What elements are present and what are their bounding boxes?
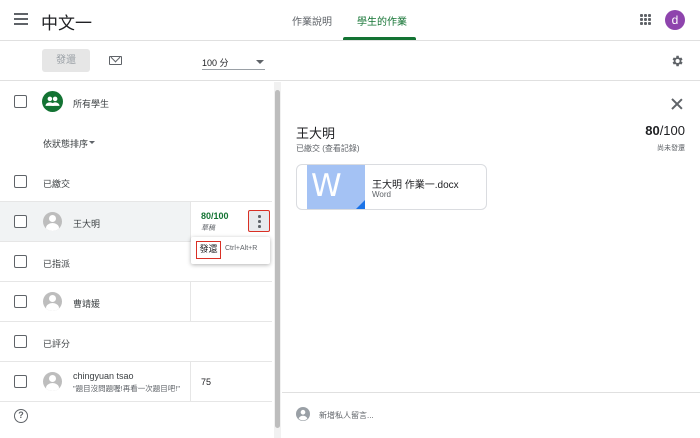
list-scrollbar[interactable] [274,82,281,438]
private-comment-input[interactable]: 新增私人留言... [319,410,374,421]
sort-caret-icon [89,141,95,144]
avatar [43,292,62,311]
all-students-icon [42,91,63,112]
grade-cell[interactable]: 75 [190,362,272,402]
help-icon[interactable]: ? [14,409,28,423]
submission-status-link[interactable]: 已繳交 (查看記錄) [296,143,360,154]
student-name: 曹靖媛 [73,299,101,309]
dropdown-caret-icon [256,60,264,64]
email-icon[interactable] [109,56,122,65]
word-file-thumbnail: W [307,165,365,209]
student-name: chingyuan tsao [73,371,134,381]
section-checkbox[interactable] [14,255,27,268]
action-toolbar: 發還 100 分 [0,41,700,81]
scrollbar-thumb[interactable] [275,90,280,428]
section-checkbox[interactable] [14,175,27,188]
student-name: 王大明 [73,219,101,229]
active-tab-indicator [343,37,416,40]
grade-draft-label: 草稿 [201,225,215,232]
file-type: Word [372,190,391,199]
table-row[interactable]: 曹靖媛 [0,282,272,322]
section-header-turned-in: 已繳交 [0,162,272,202]
word-icon: W [311,168,342,204]
student-checkbox[interactable] [14,375,27,388]
context-menu-return-item[interactable]: 發還 [196,241,221,259]
student-comment-preview: "題目沒問題喔!再看一次題目吧!" [73,384,180,393]
all-students-label: 所有學生 [73,99,110,109]
context-menu: 發還 Ctrl+Alt+R [191,237,270,264]
score-status-note: 尚未發還 [657,145,685,152]
section-label: 已指派 [43,259,71,269]
section-checkbox[interactable] [14,335,27,348]
student-checkbox[interactable] [14,295,27,308]
tab-student-work[interactable]: 學生的作業 [357,13,407,28]
tab-instructions[interactable]: 作業說明 [292,13,332,28]
grade-cell[interactable] [190,282,272,322]
person-icon [296,407,310,421]
gear-icon[interactable] [670,54,684,68]
keyboard-shortcut: Ctrl+Alt+R [225,245,258,252]
avatar [43,372,62,391]
table-row[interactable]: 王大明 80/100 草稿 [0,202,272,242]
account-avatar[interactable]: d [665,10,685,30]
return-button[interactable]: 發還 [42,49,90,72]
score-total: /100 [659,123,685,138]
section-label: 已繳交 [43,179,71,189]
section-label: 已評分 [43,339,71,349]
sort-dropdown[interactable]: 依狀態排序 [43,137,88,150]
points-select[interactable]: 100 分 [202,56,265,70]
table-row[interactable]: chingyuan tsao "題目沒問題喔!再看一次題目吧!" 75 [0,362,272,402]
section-header-graded: 已評分 [0,322,272,362]
private-comment-bar: 新增私人留言... [282,392,700,438]
score-value: 80 [645,123,660,138]
hamburger-menu-icon[interactable] [14,13,28,25]
detail-score[interactable]: 80/100 [645,123,685,138]
points-value: 100 分 [202,58,229,68]
select-all-checkbox[interactable] [14,95,27,108]
file-corner-icon [355,200,365,209]
avatar [43,212,62,231]
student-checkbox[interactable] [14,215,27,228]
detail-student-name: 王大明 [296,126,336,141]
close-icon[interactable] [671,98,683,110]
top-bar: 中文一 作業說明 學生的作業 d [0,0,700,41]
apps-grid-icon[interactable] [640,14,651,25]
attachment-card[interactable]: W 王大明 作業一.docx Word [296,164,487,210]
class-title[interactable]: 中文一 [41,9,92,34]
more-options-button[interactable] [248,210,270,232]
file-name: 王大明 作業一.docx [372,180,459,191]
grade-value: 75 [201,377,212,387]
grade-value: 80/100 [201,211,229,221]
